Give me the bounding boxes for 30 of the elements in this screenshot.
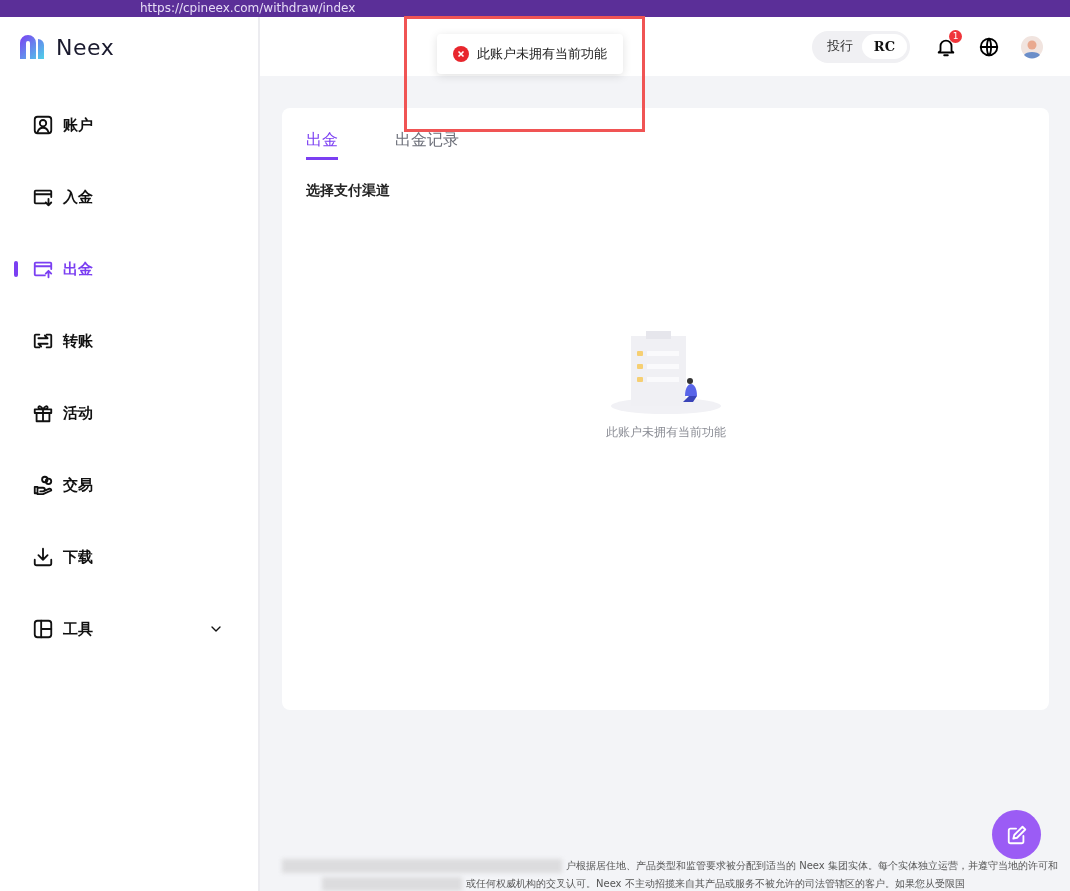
sidebar-item[interactable]: 出金	[0, 233, 258, 305]
download-icon	[32, 546, 54, 568]
toast-message: 此账户未拥有当前功能	[477, 45, 607, 63]
error-icon	[453, 46, 469, 62]
disclaimer-text: 户根据居住地、产品类型和监管要求被分配到适当的 Neex 集团实体。每个实体独立运营，并遵守当地的许可和	[566, 859, 1058, 873]
disclaimer-text: 或任何权威机构的交叉认可。Neex 不主动招揽来自其产品或服务不被允许的司法管辖区的客户。如果您从受限国	[466, 877, 965, 891]
notification-badge: 1	[949, 29, 962, 43]
tab[interactable]: 出金	[306, 130, 338, 160]
url-text[interactable]: https://cpineex.com/withdraw/index	[140, 2, 356, 14]
sidebar-item[interactable]: 活动	[0, 377, 258, 449]
hand-coins-icon	[32, 474, 54, 496]
sidebar-item[interactable]: 账户	[0, 89, 258, 161]
avatar-icon[interactable]	[1020, 34, 1044, 59]
sidebar-item[interactable]: 下载	[0, 521, 258, 593]
empty-message: 此账户未拥有当前功能	[605, 424, 726, 441]
feedback-button[interactable]	[992, 810, 1041, 859]
sidebar-item[interactable]: 转账	[0, 305, 258, 377]
user-icon	[32, 114, 54, 136]
active-indicator	[14, 261, 18, 277]
gift-icon	[32, 402, 54, 424]
sidebar-item[interactable]: 工具	[0, 593, 258, 665]
sidebar-item[interactable]: 交易	[0, 449, 258, 521]
globe-icon[interactable]	[978, 35, 1000, 58]
mode-toggle[interactable]: 投行 RC	[812, 30, 910, 63]
tab[interactable]: 出金记录	[395, 130, 459, 160]
logo-text: Neex	[56, 34, 115, 60]
sidebar-item[interactable]: 入金	[0, 161, 258, 233]
edit-icon	[1005, 823, 1028, 846]
layout-icon	[32, 618, 54, 640]
section-title: 选择支付渠道	[306, 182, 391, 200]
